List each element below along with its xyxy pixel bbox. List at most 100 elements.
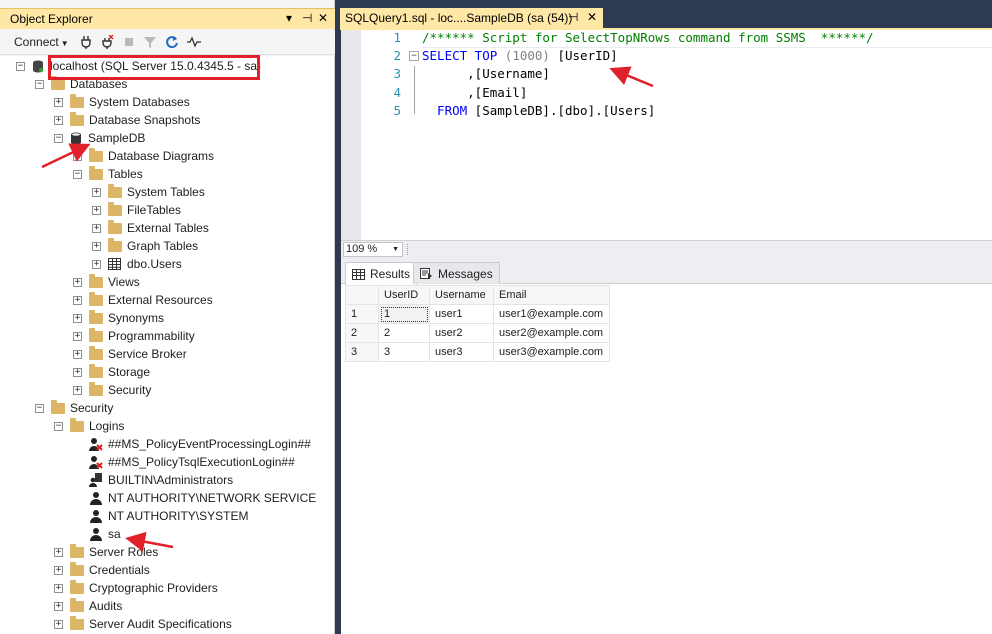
tree-item[interactable]: + Storage — [73, 363, 150, 381]
tree-item[interactable]: + FileTables — [92, 201, 181, 219]
expand-icon[interactable]: + — [73, 295, 82, 305]
expand-icon[interactable]: + — [73, 151, 82, 161]
expand-icon[interactable]: + — [73, 331, 82, 341]
expand-icon[interactable]: + — [73, 313, 82, 323]
grid-cell[interactable]: user2 — [429, 323, 494, 343]
expand-icon[interactable]: + — [54, 97, 63, 107]
expand-icon[interactable]: + — [73, 277, 82, 287]
grid-header-row: UserID Username Email — [345, 285, 610, 305]
tree-item[interactable]: + Graph Tables — [92, 237, 198, 255]
tree-item[interactable]: + Server Roles — [54, 543, 158, 561]
tree-item-label: NT AUTHORITY\NETWORK SERVICE — [108, 491, 317, 505]
tree-item[interactable]: − Logins — [54, 417, 124, 435]
grid-cell[interactable]: user1@example.com — [493, 304, 610, 324]
expand-icon[interactable]: + — [73, 367, 82, 377]
grid-cell[interactable]: user3@example.com — [493, 342, 610, 362]
expand-icon[interactable]: + — [92, 259, 101, 269]
tree-item[interactable]: + Synonyms — [73, 309, 164, 327]
tab-messages[interactable]: Messages — [413, 262, 500, 284]
top-count: (1000) — [504, 48, 550, 63]
disconnect-icon[interactable] — [100, 34, 114, 49]
collapse-icon[interactable]: − — [54, 133, 63, 143]
pin-icon[interactable]: ⊣ — [302, 11, 312, 25]
column-header[interactable]: UserID — [378, 285, 430, 305]
collapse-region-icon[interactable]: − — [409, 51, 419, 61]
tree-item[interactable]: sa — [73, 525, 121, 543]
tree-item[interactable]: − Security — [35, 399, 113, 417]
tree-item[interactable]: + Service Broker — [73, 345, 187, 363]
tree-item[interactable]: − SampleDB — [54, 129, 145, 147]
column-header[interactable]: Email — [493, 285, 610, 305]
tree-item-label: Tables — [108, 167, 143, 181]
pin-tab-icon[interactable]: ⊣ — [568, 10, 578, 24]
tree-item[interactable]: + Credentials — [54, 561, 150, 579]
zoom-select[interactable]: 109 % ▼ — [343, 242, 403, 257]
grid-cell[interactable]: user3 — [429, 342, 494, 362]
grid-cell[interactable]: 2 — [378, 323, 430, 343]
tree-item-label: FileTables — [127, 203, 182, 217]
tree-item[interactable]: + System Tables — [92, 183, 205, 201]
expand-icon[interactable]: + — [92, 205, 101, 215]
tree-item[interactable]: + External Resources — [73, 291, 213, 309]
annotation-highlight-box — [48, 55, 260, 80]
row-number[interactable]: 2 — [345, 323, 379, 343]
filter-icon[interactable] — [143, 35, 157, 49]
tree-item[interactable]: ##MS_PolicyEventProcessingLogin## — [73, 435, 311, 453]
tree-item[interactable]: + Database Diagrams — [73, 147, 214, 165]
activity-monitor-icon[interactable] — [187, 35, 201, 49]
tree-item[interactable]: + Security — [73, 381, 151, 399]
close-icon[interactable]: ✕ — [318, 11, 328, 25]
close-tab-icon[interactable]: ✕ — [587, 10, 597, 24]
refresh-icon[interactable] — [165, 35, 179, 49]
tree-item[interactable]: + System Databases — [54, 93, 190, 111]
row-number[interactable]: 1 — [345, 304, 379, 324]
expand-icon[interactable]: + — [54, 619, 63, 629]
window-position-icon[interactable]: ▾ — [286, 11, 292, 25]
collapse-icon[interactable]: − — [54, 421, 63, 431]
expand-icon[interactable]: + — [54, 601, 63, 611]
collapse-icon[interactable]: − — [16, 61, 25, 71]
tree-item[interactable]: + dbo.Users — [92, 255, 182, 273]
tab-sqlquery1[interactable]: SQLQuery1.sql - loc....SampleDB (sa (54)… — [340, 8, 603, 28]
expand-icon[interactable]: + — [54, 583, 63, 593]
tree-item[interactable]: NT AUTHORITY\NETWORK SERVICE — [73, 489, 316, 507]
tree-item[interactable]: ##MS_PolicyTsqlExecutionLogin## — [73, 453, 295, 471]
tree-item[interactable]: NT AUTHORITY\SYSTEM — [73, 507, 248, 525]
query-editor[interactable]: 1 2 3 4 5 − /****** Script for SelectTop… — [341, 30, 992, 240]
expand-icon[interactable]: + — [73, 349, 82, 359]
grid-cell[interactable]: user2@example.com — [493, 323, 610, 343]
expand-icon[interactable]: + — [54, 547, 63, 557]
row-number[interactable]: 3 — [345, 342, 379, 362]
grid-cell[interactable]: 3 — [378, 342, 430, 362]
results-grid[interactable]: UserID Username Email 1 1 user1 user1@ex… — [345, 285, 610, 362]
tree-item[interactable]: + Views — [73, 273, 140, 291]
expand-icon[interactable]: + — [54, 565, 63, 575]
tree-item[interactable]: BUILTIN\Administrators — [73, 471, 233, 489]
tree-item[interactable]: + Programmability — [73, 327, 195, 345]
tree-item[interactable]: + Database Snapshots — [54, 111, 200, 129]
expand-icon[interactable]: + — [92, 223, 101, 233]
splitter[interactable] — [407, 244, 412, 255]
tree-item[interactable]: + Cryptographic Providers — [54, 579, 218, 597]
folder-icon — [70, 111, 84, 126]
expand-icon[interactable]: + — [92, 187, 101, 197]
tree-item[interactable]: − Tables — [73, 165, 143, 183]
connect-plug-icon[interactable] — [79, 35, 93, 49]
stop-icon[interactable] — [122, 35, 136, 49]
folder-icon — [70, 561, 84, 576]
connect-button[interactable]: Connect ▼ — [14, 35, 69, 49]
column-header[interactable]: Username — [429, 285, 494, 305]
tree-item[interactable]: + External Tables — [92, 219, 209, 237]
collapse-icon[interactable]: − — [73, 169, 82, 179]
grid-cell[interactable]: 1 — [378, 304, 430, 324]
collapse-icon[interactable]: − — [35, 403, 44, 413]
tree-item[interactable]: + Server Audit Specifications — [54, 615, 232, 633]
expand-icon[interactable]: + — [73, 385, 82, 395]
tree-item[interactable]: + Audits — [54, 597, 122, 615]
grid-cell[interactable]: user1 — [429, 304, 494, 324]
collapse-icon[interactable]: − — [35, 79, 44, 89]
expand-icon[interactable]: + — [54, 115, 63, 125]
expand-icon[interactable]: + — [92, 241, 101, 251]
tab-results[interactable]: Results — [345, 262, 418, 285]
tree-item-label: Logins — [89, 419, 125, 433]
